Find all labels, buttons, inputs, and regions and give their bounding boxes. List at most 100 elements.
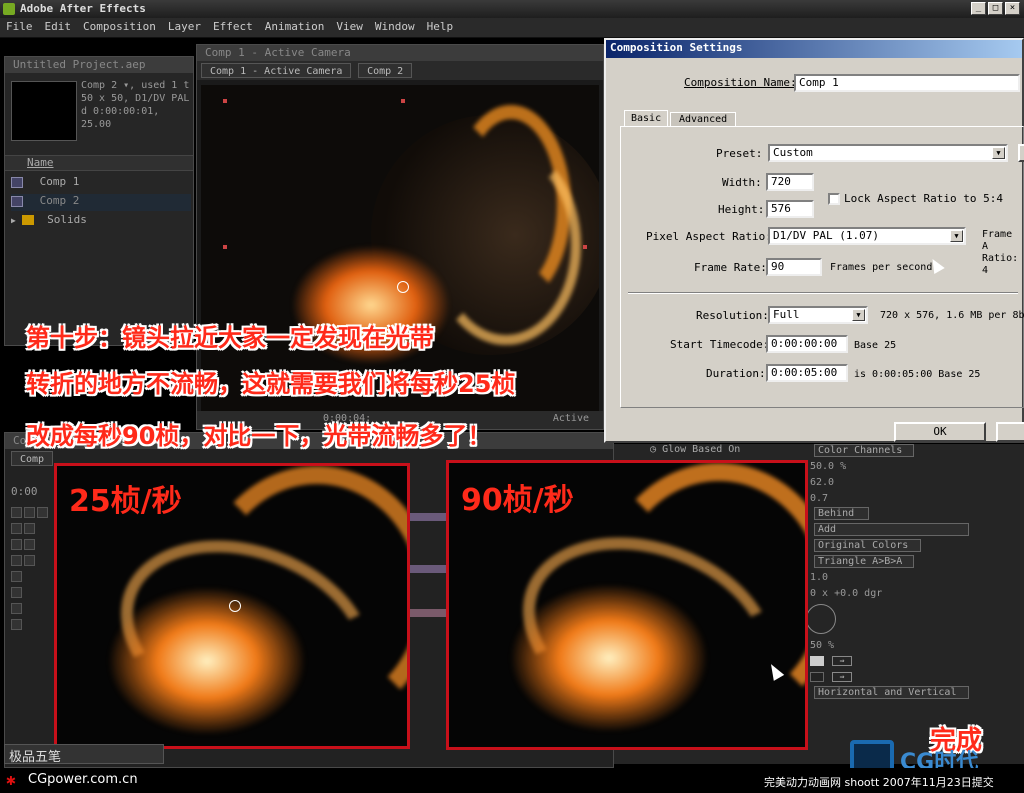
menu-window[interactable]: Window (375, 20, 415, 35)
timeline-timecode[interactable]: 0:00 (11, 485, 38, 498)
glow-radius-value[interactable]: 62.0 (810, 475, 846, 491)
viewer-title: Comp 1 - Active Camera (197, 45, 603, 61)
project-item-label: Comp 2 (39, 194, 80, 207)
glow-intensity-value[interactable]: 0.7 (810, 491, 846, 507)
lock-aspect-label: Lock Aspect Ratio to 5:4 (844, 192, 1003, 205)
preset-save-button[interactable] (1018, 144, 1024, 162)
width-input[interactable]: 720 (766, 173, 814, 191)
menu-bar: File Edit Composition Layer Effect Anima… (0, 18, 1024, 38)
menu-file[interactable]: File (6, 20, 33, 35)
menu-help[interactable]: Help (427, 20, 454, 35)
glow-colors-dropdown[interactable]: Original Colors (814, 539, 921, 552)
tab-timeline-comp[interactable]: Comp (11, 451, 54, 466)
ok-button[interactable]: OK (894, 422, 986, 442)
glow-based-dropdown[interactable]: Color Channels (814, 444, 914, 457)
ime-toolbar[interactable]: 极品五笔 (4, 744, 164, 765)
eye-icon[interactable] (11, 587, 22, 598)
eye-icon[interactable] (11, 523, 22, 534)
composite-original-dropdown[interactable]: Behind (814, 507, 869, 520)
eye-icon[interactable] (11, 603, 22, 614)
height-input[interactable]: 576 (766, 200, 814, 218)
footer-site[interactable]: CGpower.com.cn (28, 772, 138, 787)
lock-icon[interactable] (24, 523, 35, 534)
menu-effect[interactable]: Effect (213, 20, 253, 35)
composition-settings-dialog: Composition Settings Composition Name: C… (604, 38, 1024, 443)
tab-comp1-camera[interactable]: Comp 1 - Active Camera (201, 63, 352, 78)
layer-handle[interactable] (223, 245, 227, 249)
duration-info: is 0:00:05:00 Base 25 (854, 369, 981, 380)
keyframe-nav-icon[interactable] (11, 555, 22, 566)
color-looping-dropdown[interactable]: Triangle A>B>A (814, 555, 914, 568)
preset-value: Custom (773, 146, 813, 159)
timeline-bar[interactable] (409, 565, 449, 573)
color-loops-value[interactable]: 1.0 (810, 572, 828, 583)
window-controls: _ □ × (971, 2, 1020, 15)
keyframe-nav-icon[interactable] (24, 539, 35, 550)
tab-comp2[interactable]: Comp 2 (358, 63, 413, 78)
preset-dropdown[interactable]: Custom ▼ (768, 144, 1008, 162)
menu-edit[interactable]: Edit (45, 20, 72, 35)
stopwatch-icon[interactable]: ◷ (650, 444, 656, 455)
tab-advanced[interactable]: Advanced (670, 112, 737, 126)
keyframe-nav-icon[interactable] (11, 539, 22, 550)
anchor-point-icon[interactable] (397, 281, 409, 293)
project-item-solids[interactable]: ▶ Solids (11, 213, 191, 230)
ab-midpoint-value[interactable]: 50 % (810, 640, 834, 651)
glow-operation-dropdown[interactable]: Add (814, 523, 969, 536)
project-item-label: Solids (47, 213, 87, 226)
phase-dial-icon[interactable] (806, 604, 836, 634)
layer-handle[interactable] (583, 245, 587, 249)
project-item-comp2[interactable]: Comp 2 (11, 194, 191, 211)
menu-view[interactable]: View (336, 20, 363, 35)
resolution-dropdown[interactable]: Full ▼ (768, 306, 868, 324)
solo-icon[interactable] (37, 507, 48, 518)
chevron-down-icon: ▼ (992, 147, 1005, 159)
menu-layer[interactable]: Layer (168, 20, 201, 35)
project-thumbnail (11, 81, 77, 141)
eye-icon[interactable] (11, 571, 22, 582)
footer-bar: ✱ CGpower.com.cn 完美动力动画网 shoott 2007年11月… (0, 768, 1024, 793)
app-icon (3, 3, 15, 15)
eyedropper-icon[interactable]: ⇒ (832, 656, 852, 666)
light-burst (509, 583, 709, 733)
color-b-swatch[interactable] (810, 672, 824, 682)
eye-icon[interactable] (11, 619, 22, 630)
timeline-bar[interactable] (409, 513, 449, 521)
project-col-name[interactable]: Name (5, 155, 193, 171)
start-timecode-input[interactable]: 0:00:00:00 (766, 335, 848, 353)
light-burst (107, 586, 307, 736)
project-item-comp1[interactable]: Comp 1 (11, 175, 191, 192)
minimize-button[interactable]: _ (971, 2, 986, 15)
cancel-button[interactable] (996, 422, 1024, 442)
tab-basic[interactable]: Basic (624, 110, 669, 126)
timeline-bar[interactable] (409, 609, 449, 617)
app-titlebar: Adobe After Effects (0, 0, 1024, 18)
layer-handle[interactable] (223, 99, 227, 103)
eyedropper-icon[interactable]: ⇒ (832, 672, 852, 682)
menu-animation[interactable]: Animation (265, 20, 325, 35)
color-phase-value[interactable]: 0 x +0.0 dgr (810, 588, 882, 599)
pixel-aspect-label: Pixel Aspect Ratio: (646, 230, 772, 243)
glow-threshold-value[interactable]: 50.0 % (810, 459, 846, 475)
ime-label: 极品五笔 (9, 750, 62, 765)
camera-dropdown[interactable]: Active (553, 413, 589, 424)
duration-input[interactable]: 0:00:05:00 (766, 364, 848, 382)
expand-triangle-icon[interactable]: ▶ (11, 216, 16, 225)
close-button[interactable]: × (1005, 2, 1020, 15)
menu-composition[interactable]: Composition (83, 20, 156, 35)
start-timecode-label: Start Timecode: (670, 338, 770, 351)
comparison-25fps: 25桢/秒 (54, 463, 410, 749)
frame-rate-input[interactable]: 90 (766, 258, 822, 276)
color-a-swatch[interactable] (810, 656, 824, 666)
tutorial-step-line2: 转折的地方不流畅，这就需要我们将每秒25桢 (26, 370, 516, 398)
comp-icon (11, 195, 23, 207)
comp-name-input[interactable]: Comp 1 (794, 74, 1020, 92)
pixel-aspect-dropdown[interactable]: D1/DV PAL (1.07) ▼ (768, 227, 966, 245)
audio-icon[interactable] (24, 507, 35, 518)
layer-handle[interactable] (401, 99, 405, 103)
lock-aspect-checkbox[interactable] (828, 193, 840, 205)
maximize-button[interactable]: □ (988, 2, 1003, 15)
glow-dimensions-dropdown[interactable]: Horizontal and Vertical (814, 686, 969, 699)
keyframe-nav-icon[interactable] (24, 555, 35, 566)
eye-icon[interactable] (11, 507, 22, 518)
